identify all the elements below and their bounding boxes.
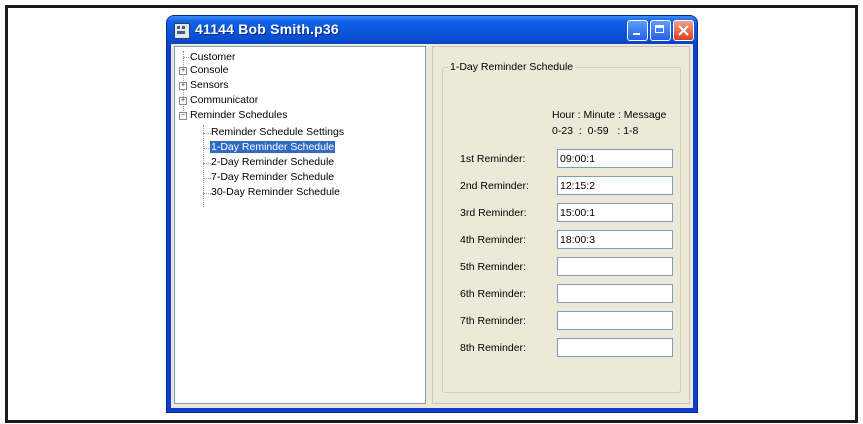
reminder-2-input[interactable] — [557, 176, 673, 195]
pane-splitter[interactable] — [428, 46, 431, 404]
tree-item-communicator[interactable]: Communicator — [190, 93, 258, 108]
reminder-5-input[interactable] — [557, 257, 673, 276]
tree-item-reminder-schedules[interactable]: Reminder Schedules — [190, 108, 287, 123]
tree-item-console[interactable]: Console — [190, 63, 229, 78]
minimize-button[interactable] — [627, 20, 648, 41]
reminder-2-label: 2nd Reminder: — [460, 180, 529, 192]
expand-icon[interactable]: + — [179, 67, 187, 75]
close-icon — [678, 25, 689, 36]
tree-item-reminder-schedule-settings[interactable]: Reminder Schedule Settings — [211, 125, 344, 140]
group-title: 1-Day Reminder Schedule — [448, 61, 576, 73]
tree-connector — [203, 163, 211, 164]
reminder-8-label: 8th Reminder: — [460, 342, 526, 354]
tree-item-2-day-reminder-schedule[interactable]: 2-Day Reminder Schedule — [211, 155, 334, 170]
tree-item-sensors[interactable]: Sensors — [190, 78, 229, 93]
reminder-1-label: 1st Reminder: — [460, 153, 526, 165]
reminder-7-input[interactable] — [557, 311, 673, 330]
reminder-6-label: 6th Reminder: — [460, 288, 526, 300]
column-range: 0-23 : 0-59 : 1-8 — [552, 125, 639, 137]
window-title: 41144 Bob Smith.p36 — [195, 21, 339, 37]
maximize-button[interactable] — [650, 20, 671, 41]
close-button[interactable] — [673, 20, 694, 41]
tree-connector — [203, 193, 211, 194]
tree-connector — [203, 125, 204, 207]
reminder-6-input[interactable] — [557, 284, 673, 303]
navigation-tree[interactable]: Customer + Console + Sensors + Communica… — [174, 46, 426, 404]
expand-icon[interactable]: + — [179, 82, 187, 90]
tree-connector — [183, 57, 189, 58]
tree-item-30-day-reminder-schedule[interactable]: 30-Day Reminder Schedule — [211, 185, 340, 200]
column-header: Hour : Minute : Message — [552, 109, 667, 121]
tree-connector — [203, 178, 211, 179]
expand-icon[interactable]: + — [179, 97, 187, 105]
title-bar[interactable]: 41144 Bob Smith.p36 — [167, 16, 697, 44]
minimize-icon — [633, 33, 640, 35]
reminder-4-label: 4th Reminder: — [460, 234, 526, 246]
app-window: 41144 Bob Smith.p36 Customer + Console +… — [167, 16, 697, 412]
collapse-icon[interactable]: − — [179, 112, 187, 120]
reminder-3-input[interactable] — [557, 203, 673, 222]
reminder-1-input[interactable] — [557, 149, 673, 168]
tree-item-7-day-reminder-schedule[interactable]: 7-Day Reminder Schedule — [211, 170, 334, 185]
settings-pane: 1-Day Reminder Schedule Hour : Minute : … — [432, 46, 690, 404]
tree-item-1-day-reminder-schedule[interactable]: 1-Day Reminder Schedule — [208, 140, 337, 155]
reminder-3-label: 3rd Reminder: — [460, 207, 527, 219]
app-icon — [174, 23, 190, 39]
maximize-icon — [655, 25, 664, 33]
reminder-schedule-group: 1-Day Reminder Schedule Hour : Minute : … — [442, 61, 681, 393]
reminder-5-label: 5th Reminder: — [460, 261, 526, 273]
reminder-8-input[interactable] — [557, 338, 673, 357]
tree-connector — [203, 133, 211, 134]
client-area: Customer + Console + Sensors + Communica… — [171, 44, 693, 408]
reminder-7-label: 7th Reminder: — [460, 315, 526, 327]
reminder-4-input[interactable] — [557, 230, 673, 249]
